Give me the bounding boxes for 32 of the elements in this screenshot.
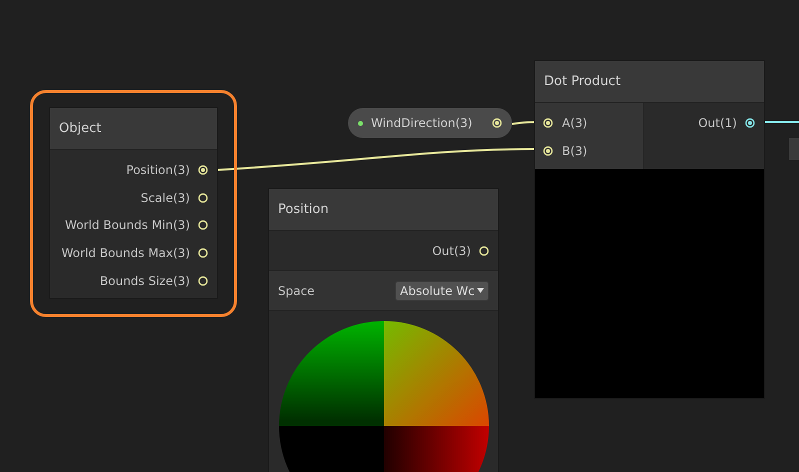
property-label: WindDirection(3) [371, 116, 474, 130]
setting-label: Space [278, 284, 315, 298]
port-icon[interactable] [492, 118, 502, 128]
port-label: Scale(3) [140, 190, 190, 205]
port-icon[interactable] [745, 118, 755, 128]
port-icon[interactable] [543, 146, 553, 156]
node-title: Position [269, 189, 498, 231]
port-label: A(3) [562, 116, 588, 130]
dot-icon [358, 120, 363, 126]
space-dropdown[interactable]: Absolute Wc [395, 280, 489, 300]
port-label: Out(1) [698, 116, 737, 130]
node-edge [789, 138, 799, 160]
port-icon[interactable] [198, 164, 208, 175]
port-icon[interactable] [479, 246, 489, 256]
node-title: Dot Product [535, 61, 764, 103]
property-node[interactable]: WindDirection(3) [348, 108, 512, 138]
node-title: Object [50, 108, 217, 150]
port-label: World Bounds Min(3) [65, 218, 190, 232]
port-label: Position(3) [126, 162, 190, 177]
node-panel[interactable]: Position Out(3) Space Absolute Wc [269, 189, 498, 472]
node-panel[interactable]: Dot Product A(3) B(3) Out(1) [535, 61, 764, 398]
port-label: Bounds Size(3) [100, 274, 190, 288]
port-icon[interactable] [198, 220, 208, 230]
port-icon[interactable] [198, 248, 208, 258]
port-label: Out(3) [432, 244, 471, 258]
port-label: B(3) [562, 144, 588, 158]
caret-icon [477, 288, 484, 293]
port-icon[interactable] [198, 276, 208, 286]
node-panel[interactable]: Object Position(3) Scale(3) World Bounds Min(3) World Bounds Max(3) Bounds Size(3) [50, 108, 217, 298]
port-icon[interactable] [198, 192, 208, 203]
port-label: World Bounds Max(3) [62, 246, 190, 260]
port-icon[interactable] [543, 118, 553, 128]
